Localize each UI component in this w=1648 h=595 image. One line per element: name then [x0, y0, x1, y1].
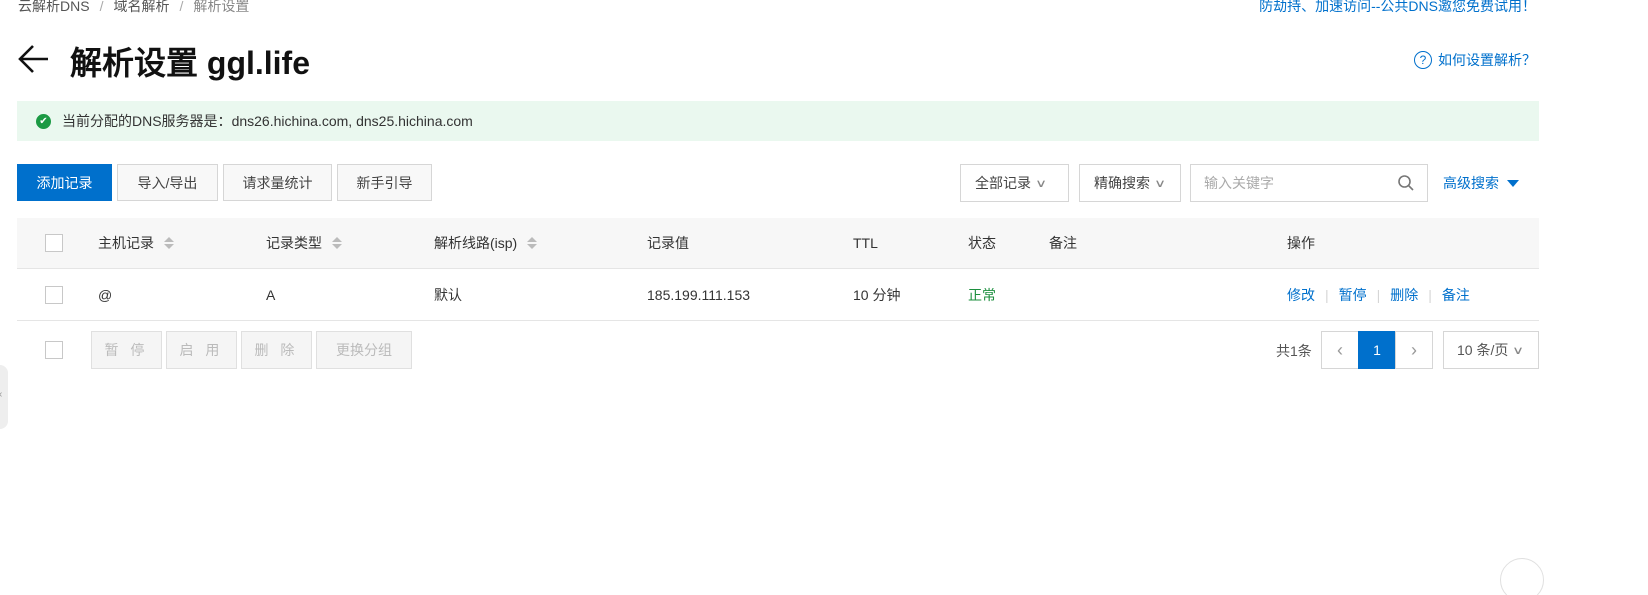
row-host: @: [98, 286, 113, 303]
breadcrumb-item-dns[interactable]: 云解析DNS: [18, 0, 90, 14]
row-line: 默认: [434, 286, 462, 303]
page-size-select[interactable]: 10 条/页 ∨: [1443, 331, 1539, 369]
column-header-ttl: TTL: [853, 235, 878, 251]
table-row: @ A 默认 185.199.111.153 10 分钟 正常 修改 | 暂停 …: [17, 269, 1539, 321]
column-header-status: 状态: [968, 235, 996, 251]
collapse-icon: ‹: [0, 389, 2, 400]
advanced-search-label: 高级搜索: [1443, 175, 1499, 191]
row-ttl: 10 分钟: [853, 286, 901, 303]
check-circle-icon: ✔: [36, 113, 51, 129]
row-value: 185.199.111.153: [647, 286, 751, 303]
caret-down-icon: [1507, 179, 1519, 187]
column-header-type[interactable]: 记录类型: [266, 218, 342, 268]
column-label: 解析线路(isp): [434, 235, 518, 251]
help-link-label: 如何设置解析？: [1438, 52, 1536, 68]
record-filter-value: 全部记录: [975, 175, 1031, 191]
page-size-value: 10 条/页: [1457, 342, 1509, 358]
select-all-checkbox[interactable]: [45, 234, 63, 252]
prev-page-button[interactable]: ‹: [1321, 331, 1359, 369]
column-label: 记录类型: [266, 235, 322, 251]
sort-icon[interactable]: [164, 237, 174, 249]
chevron-down-icon: ∨: [1512, 344, 1525, 357]
notice-value: dns26.hichina.com, dns25.hichina.com: [231, 113, 473, 129]
edit-record-link[interactable]: 修改: [1287, 285, 1315, 305]
chevron-left-icon: ‹: [1337, 339, 1343, 360]
match-mode-select[interactable]: 精确搜索 ∨: [1079, 164, 1181, 202]
keyword-search-input[interactable]: [1204, 175, 1384, 191]
bulk-delete-button[interactable]: 删 除: [241, 331, 312, 369]
dns-server-notice: ✔ 当前分配的DNS服务器是： dns26.hichina.com, dns25…: [17, 101, 1539, 141]
breadcrumb: 云解析DNS / 域名解析 / 解析设置: [18, 0, 249, 16]
row-select-cell: [45, 269, 63, 320]
how-to-configure-link[interactable]: ? 如何设置解析？: [1414, 50, 1536, 70]
pause-record-link[interactable]: 暂停: [1339, 285, 1367, 305]
bulk-select-checkbox[interactable]: [45, 341, 63, 359]
remark-record-link[interactable]: 备注: [1442, 285, 1470, 305]
breadcrumb-item-domain[interactable]: 域名解析: [113, 0, 169, 14]
match-mode-value: 精确搜索: [1094, 175, 1150, 191]
sort-icon[interactable]: [527, 237, 538, 249]
chevron-down-icon: ∨: [1153, 177, 1167, 190]
delete-record-link[interactable]: 删除: [1390, 285, 1418, 305]
column-header-host[interactable]: 主机记录: [98, 218, 174, 268]
breadcrumb-item-current: 解析设置: [193, 0, 250, 14]
records-table-header: 主机记录 记录类型 解析线路(isp) 记录值 TTL 状态 备注 操作: [17, 218, 1539, 269]
row-actions: 修改 | 暂停 | 删除 | 备注: [1287, 269, 1470, 320]
beginner-guide-button[interactable]: 新手引导: [337, 164, 432, 201]
advanced-search-link[interactable]: 高级搜索: [1443, 173, 1519, 193]
sidebar-collapse-handle[interactable]: ‹: [0, 365, 8, 429]
breadcrumb-separator: /: [179, 0, 184, 14]
request-stats-button[interactable]: 请求量统计: [223, 164, 332, 201]
record-filter-select[interactable]: 全部记录 ∨: [960, 164, 1069, 202]
action-separator: |: [1428, 286, 1432, 303]
page-1-button[interactable]: 1: [1358, 331, 1396, 369]
bulk-enable-button[interactable]: 启 用: [166, 331, 237, 369]
column-header-remark: 备注: [1049, 235, 1077, 251]
keyword-search-box: [1190, 164, 1428, 202]
notice-label: 当前分配的DNS服务器是：: [62, 113, 232, 129]
bulk-pause-button[interactable]: 暂 停: [91, 331, 162, 369]
add-record-button[interactable]: 添加记录: [17, 164, 112, 201]
page-title: 解析设置 ggl.life: [70, 45, 311, 81]
column-header-actions: 操作: [1287, 235, 1315, 251]
floating-help-button[interactable]: [1500, 558, 1544, 595]
column-label: 主机记录: [98, 235, 154, 251]
change-group-button[interactable]: 更换分组: [316, 331, 412, 369]
sort-icon[interactable]: [332, 237, 342, 249]
total-count: 共1条: [1276, 343, 1312, 359]
help-circle-icon: ?: [1414, 51, 1432, 69]
next-page-button[interactable]: ›: [1395, 331, 1433, 369]
action-separator: |: [1376, 286, 1381, 303]
action-separator: |: [1325, 286, 1329, 303]
column-header-line[interactable]: 解析线路(isp): [434, 218, 538, 268]
chevron-down-icon: ∨: [1034, 177, 1048, 190]
search-icon[interactable]: [1397, 174, 1415, 192]
column-header-value: 记录值: [647, 235, 689, 251]
breadcrumb-separator: /: [99, 0, 104, 14]
chevron-right-icon: ›: [1411, 339, 1417, 360]
import-export-button[interactable]: 导入/导出: [117, 164, 218, 201]
select-all-cell: [45, 218, 63, 268]
back-arrow-icon[interactable]: [17, 42, 51, 76]
row-type: A: [266, 286, 276, 303]
row-status: 正常: [968, 286, 996, 303]
row-checkbox[interactable]: [45, 285, 63, 304]
public-dns-promo-link[interactable]: 防劫持、加速访问--公共DNS邀您免费试用！: [1259, 0, 1536, 16]
